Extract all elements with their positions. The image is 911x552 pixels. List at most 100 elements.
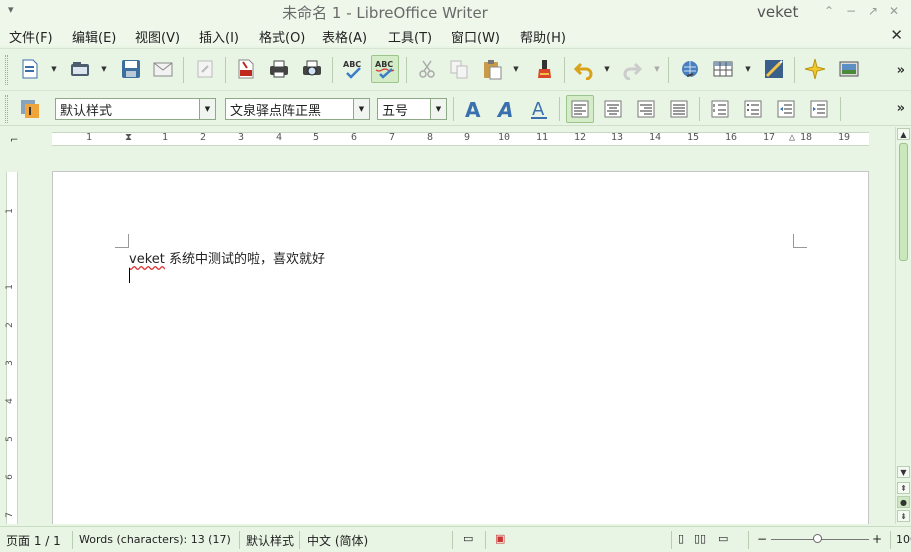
open-folder-icon[interactable] (66, 55, 94, 83)
ruler-label: 5 (313, 132, 320, 143)
font-size-combo[interactable]: 五号 ▼ (377, 98, 447, 120)
ruler-label: 16 (725, 132, 738, 143)
show-draw-functions-icon[interactable] (760, 55, 788, 83)
menu-format[interactable]: 格式(O) (259, 27, 305, 46)
svg-text:A: A (532, 99, 545, 120)
scrollbar-thumb[interactable] (899, 143, 908, 261)
justify-icon[interactable] (665, 95, 693, 123)
zoom-in-icon[interactable]: + (872, 532, 882, 546)
horizontal-ruler[interactable]: ⌐ 1 ⧗ 1 2 3 4 5 6 7 8 9 10 11 12 13 14 1… (0, 127, 895, 151)
formatting-toolbar-more-icon[interactable]: » (897, 101, 905, 116)
language[interactable]: 中文 (简体) (307, 532, 368, 549)
align-center-icon[interactable] (599, 95, 627, 123)
shade-icon[interactable]: ⌃ (824, 4, 834, 18)
menu-window[interactable]: 窗口(W) (451, 27, 500, 46)
vertical-ruler[interactable]: 1 1 2 3 4 5 6 7 (4, 172, 20, 524)
auto-spellcheck-icon[interactable]: ABC (371, 55, 399, 83)
copy-icon[interactable] (445, 55, 473, 83)
tab-type-icon[interactable]: ⌐ (10, 135, 18, 146)
print-preview-icon[interactable] (298, 55, 326, 83)
ruler-right-indent-marker[interactable]: △ (789, 132, 795, 143)
increase-indent-icon[interactable] (805, 95, 833, 123)
word-count[interactable]: Words (characters): 13 (17) (79, 533, 231, 546)
menu-bar: 文件(F) 编辑(E) 视图(V) 插入(I) 格式(O) 表格(A) 工具(T… (0, 24, 911, 46)
book-view-icon[interactable]: ▭ (718, 532, 728, 545)
table-dropdown-icon[interactable]: ▼ (744, 55, 752, 83)
scroll-down-icon[interactable]: ▼ (897, 466, 910, 478)
insert-mode-icon[interactable]: ▭ (463, 532, 473, 545)
italic-icon[interactable]: A (492, 95, 520, 123)
chevron-down-icon[interactable]: ▼ (199, 99, 215, 119)
clone-formatting-icon[interactable] (530, 55, 558, 83)
close-window-icon[interactable]: ✕ (889, 4, 899, 18)
numbering-icon[interactable] (706, 95, 734, 123)
paste-dropdown-icon[interactable]: ▼ (512, 55, 520, 83)
spellcheck-icon[interactable]: ABC (339, 55, 367, 83)
navigator-icon[interactable] (801, 55, 829, 83)
hyperlink-icon[interactable] (676, 55, 704, 83)
print-icon[interactable] (265, 55, 293, 83)
menu-table[interactable]: 表格(A) (322, 27, 367, 46)
chevron-down-icon[interactable]: ▼ (430, 99, 446, 119)
paragraph-style-combo[interactable]: 默认样式 ▼ (55, 98, 216, 120)
navigation-icon[interactable]: ● (897, 496, 910, 508)
ruler-label: 7 (389, 132, 396, 143)
page-style[interactable]: 默认样式 (246, 532, 294, 549)
vertical-scrollbar[interactable]: ▲ ▼ ⇞ ● ⇟ (895, 127, 911, 524)
ruler-indent-marker[interactable]: ⧗ (125, 132, 132, 143)
new-document-icon[interactable] (16, 55, 44, 83)
multi-page-view-icon[interactable]: ▯▯ (694, 532, 706, 545)
menu-help[interactable]: 帮助(H) (520, 27, 566, 46)
document-modified-icon[interactable]: ▣ (495, 532, 505, 545)
font-name-combo[interactable]: 文泉驿点阵正黑 ▼ (225, 98, 370, 120)
toolbar-grip[interactable] (5, 95, 8, 123)
cut-icon[interactable] (413, 55, 441, 83)
menu-file[interactable]: 文件(F) (9, 27, 53, 46)
toolbar-grip[interactable] (5, 55, 8, 85)
zoom-level[interactable]: 100% (896, 533, 911, 546)
ruler-label: 14 (649, 132, 662, 143)
single-page-view-icon[interactable]: ▯ (678, 532, 684, 545)
standard-toolbar-more-icon[interactable]: » (897, 63, 905, 78)
bullets-icon[interactable] (739, 95, 767, 123)
document-text[interactable]: veket 系统中测试的啦，喜欢就好 (129, 248, 325, 267)
gallery-icon[interactable] (835, 55, 863, 83)
page-count[interactable]: 页面 1 / 1 (6, 532, 61, 549)
redo-icon[interactable] (618, 55, 646, 83)
next-page-icon[interactable]: ⇟ (897, 510, 910, 522)
styles-formatting-icon[interactable] (16, 95, 44, 123)
ruler-label: 10 (498, 132, 511, 143)
minimize-icon[interactable]: − (846, 4, 856, 18)
table-icon[interactable] (709, 55, 737, 83)
margin-corner (115, 234, 129, 248)
new-dropdown-icon[interactable]: ▼ (50, 55, 58, 83)
paste-icon[interactable] (478, 55, 506, 83)
undo-dropdown-icon[interactable]: ▼ (603, 55, 611, 83)
menu-tools[interactable]: 工具(T) (388, 27, 432, 46)
decrease-indent-icon[interactable] (772, 95, 800, 123)
save-icon[interactable] (117, 55, 145, 83)
open-dropdown-icon[interactable]: ▼ (100, 55, 108, 83)
zoom-slider-handle[interactable] (813, 534, 822, 543)
undo-icon[interactable] (570, 55, 598, 83)
document-page[interactable]: veket 系统中测试的啦，喜欢就好 (52, 171, 869, 524)
chevron-down-icon[interactable]: ▼ (353, 99, 369, 119)
menu-insert[interactable]: 插入(I) (199, 27, 239, 46)
zoom-out-icon[interactable]: − (757, 532, 767, 546)
email-icon[interactable] (149, 55, 177, 83)
misspelled-word[interactable]: veket (129, 252, 165, 267)
menu-view[interactable]: 视图(V) (135, 27, 180, 46)
bold-icon[interactable]: A (459, 95, 487, 123)
edit-file-icon[interactable] (191, 55, 219, 83)
menu-edit[interactable]: 编辑(E) (72, 27, 116, 46)
export-pdf-icon[interactable] (232, 55, 260, 83)
previous-page-icon[interactable]: ⇞ (897, 482, 910, 494)
align-right-icon[interactable] (632, 95, 660, 123)
close-document-icon[interactable]: ✕ (890, 26, 903, 44)
redo-dropdown-icon[interactable]: ▼ (653, 55, 661, 83)
align-left-icon[interactable] (566, 95, 594, 123)
ruler-label: 3 (4, 360, 15, 366)
scroll-up-icon[interactable]: ▲ (897, 128, 910, 140)
maximize-icon[interactable]: ↗ (868, 4, 878, 18)
underline-icon[interactable]: A (525, 95, 553, 123)
